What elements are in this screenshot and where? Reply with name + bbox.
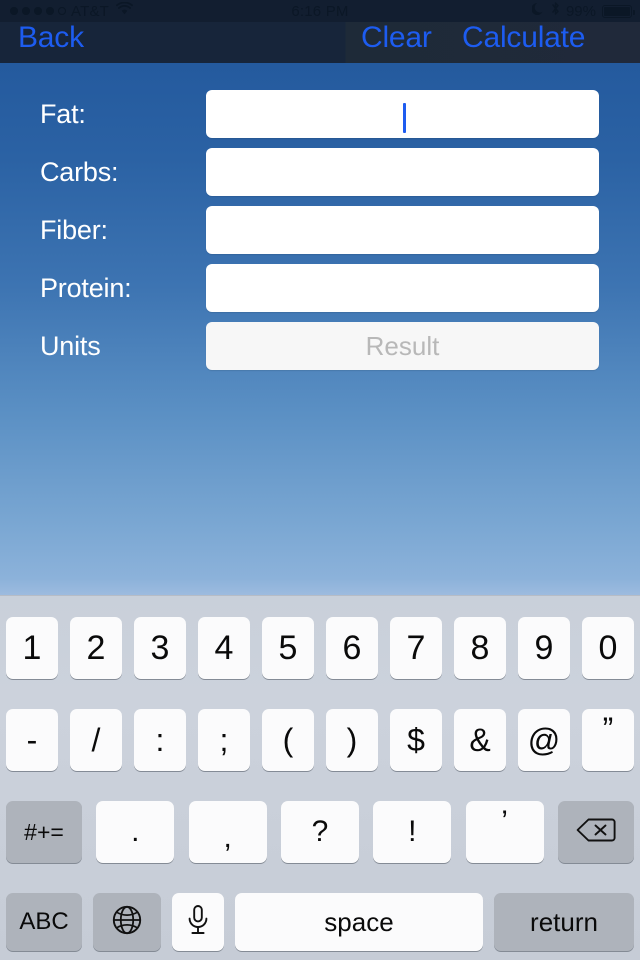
globe-key[interactable]: [93, 893, 161, 951]
key-3[interactable]: 3: [134, 617, 186, 679]
key-9[interactable]: 9: [518, 617, 570, 679]
globe-icon: [110, 903, 144, 942]
microphone-icon: [185, 903, 211, 942]
key-6[interactable]: 6: [326, 617, 378, 679]
app-screen: Fat: Carbs: Fiber: Protein: Units Back C…: [0, 0, 640, 960]
clear-button[interactable]: Clear: [361, 20, 432, 56]
form-row-protein: Protein:: [0, 264, 640, 312]
battery-fill: [603, 6, 630, 16]
key-7[interactable]: 7: [390, 617, 442, 679]
key-slash[interactable]: /: [70, 709, 122, 771]
label-units: Units: [40, 331, 101, 361]
key-paren-open[interactable]: (: [262, 709, 314, 771]
key-comma[interactable]: ,: [188, 801, 267, 863]
input-result: [206, 322, 599, 370]
form-row-carbs: Carbs:: [0, 148, 640, 196]
status-bar: AT&T 6:16 PM 99%: [0, 0, 640, 22]
key-dollar[interactable]: $: [390, 709, 442, 771]
signal-dot: [46, 7, 54, 15]
wifi-icon: [116, 1, 133, 20]
form-content: Fat: Carbs: Fiber: Protein: Units: [0, 63, 640, 595]
key-1[interactable]: 1: [6, 617, 58, 679]
back-button[interactable]: Back: [18, 20, 84, 56]
key-4[interactable]: 4: [198, 617, 250, 679]
label-fiber: Fiber:: [40, 215, 108, 245]
input-carbs[interactable]: [206, 148, 599, 196]
input-protein[interactable]: [206, 264, 599, 312]
battery-percent-label: 99%: [565, 2, 596, 20]
bluetooth-icon: [551, 1, 560, 21]
key-2[interactable]: 2: [70, 617, 122, 679]
battery-icon: [601, 4, 635, 18]
label-carbs: Carbs:: [40, 157, 119, 187]
space-key[interactable]: space: [235, 893, 483, 951]
signal-dot: [10, 7, 18, 15]
signal-dot-empty: [58, 7, 66, 15]
form-row-units: Units: [0, 322, 640, 370]
form-row-fiber: Fiber:: [0, 206, 640, 254]
clock-label: 6:16 PM: [291, 2, 349, 20]
key-semicolon[interactable]: ;: [198, 709, 250, 771]
key-hyphen[interactable]: -: [6, 709, 58, 771]
form-row-fat: Fat:: [0, 90, 640, 138]
label-protein: Protein:: [40, 273, 132, 303]
signal-dot: [34, 7, 42, 15]
signal-strength-icon: [10, 7, 66, 15]
backspace-key[interactable]: [557, 801, 634, 863]
key-5[interactable]: 5: [262, 617, 314, 679]
key-colon[interactable]: :: [134, 709, 186, 771]
input-fiber[interactable]: [206, 206, 599, 254]
moon-icon: [531, 2, 545, 21]
abc-key[interactable]: ABC: [6, 893, 82, 951]
status-bar-center: 6:16 PM: [211, 3, 429, 20]
keyboard-row-bottom: ABC space return: [0, 893, 640, 951]
key-ampersand[interactable]: &: [454, 709, 506, 771]
key-0[interactable]: 0: [582, 617, 634, 679]
dictation-key[interactable]: [172, 893, 224, 951]
key-at[interactable]: @: [518, 709, 570, 771]
return-key[interactable]: return: [494, 893, 634, 951]
status-bar-right: 99%: [429, 1, 640, 21]
label-fat: Fat:: [40, 99, 86, 129]
symbols-shift-key[interactable]: #+=: [6, 801, 82, 863]
key-apostrophe[interactable]: ’: [465, 801, 544, 863]
carrier-label: AT&T: [71, 2, 110, 20]
keyboard-row-symbols: - / : ; ( ) $ & @ ”: [0, 709, 640, 771]
keyboard-row-punctuation: #+= . , ? ! ’: [0, 801, 640, 863]
status-bar-left: AT&T: [0, 1, 211, 20]
signal-dot: [22, 7, 30, 15]
keyboard-row-numbers: 1 2 3 4 5 6 7 8 9 0: [0, 617, 640, 679]
backspace-icon: [575, 816, 617, 849]
key-paren-close[interactable]: ): [326, 709, 378, 771]
keyboard: 1 2 3 4 5 6 7 8 9 0 - / : ; ( ) $ & @ ” …: [0, 595, 640, 960]
calculate-button[interactable]: Calculate: [462, 20, 585, 56]
key-period[interactable]: .: [96, 801, 175, 863]
key-question-mark[interactable]: ?: [280, 801, 359, 863]
key-8[interactable]: 8: [454, 617, 506, 679]
key-quote[interactable]: ”: [582, 709, 634, 771]
key-exclamation[interactable]: !: [373, 801, 452, 863]
text-caret: [403, 103, 406, 133]
